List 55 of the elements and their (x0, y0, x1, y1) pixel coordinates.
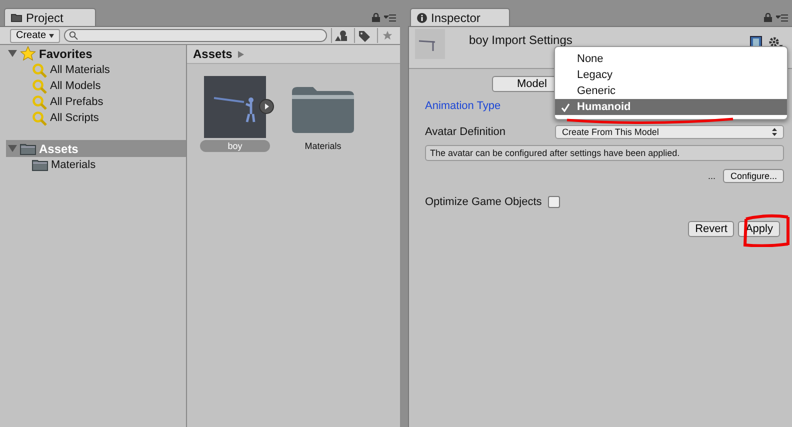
caret-icon (48, 34, 54, 38)
menu-icon[interactable] (384, 14, 396, 22)
checkbox[interactable] (548, 196, 560, 208)
expand-triangle-icon[interactable] (8, 144, 17, 153)
folder-icon (20, 142, 36, 154)
inspector-title: boy Import Settings (469, 33, 574, 47)
search-icon (32, 62, 47, 78)
folder-icon (11, 13, 22, 22)
tree-item[interactable]: All Models (6, 78, 186, 94)
menu-icon[interactable] (776, 14, 788, 22)
info-icon (417, 12, 427, 22)
revert-button[interactable]: Revert (688, 221, 734, 237)
help-message: The avatar can be configured after settings have been applied. (425, 145, 784, 161)
search-field[interactable] (64, 29, 327, 42)
shapes-icon (335, 30, 347, 41)
menu-item[interactable]: None (555, 51, 787, 67)
filter-by-label-button[interactable] (354, 28, 373, 43)
asset-label[interactable]: Materials (294, 140, 352, 152)
ellipsis-text: ... (708, 171, 716, 181)
search-icon (32, 110, 47, 126)
search-icon (32, 78, 47, 94)
field-label: Animation Type (425, 100, 502, 112)
filter-by-type-button[interactable] (331, 28, 350, 43)
tree-item[interactable]: Favorites (6, 45, 186, 62)
apply-button[interactable]: Apply (738, 221, 780, 237)
tree-item[interactable]: All Prefabs (6, 94, 186, 110)
project-tab[interactable]: Project (4, 8, 96, 26)
star-icon (382, 30, 392, 41)
lock-icon[interactable] (372, 13, 380, 22)
arrow-right-icon (238, 50, 244, 58)
lock-icon[interactable] (764, 13, 772, 22)
tag-icon (358, 30, 370, 42)
tree-item[interactable]: Materials (6, 157, 186, 173)
folder-icon[interactable] (291, 86, 355, 134)
inspector-tab[interactable]: Inspector (410, 8, 510, 26)
play-icon[interactable] (259, 99, 274, 114)
field-label: Avatar Definition (425, 126, 507, 138)
search-icon (68, 31, 78, 40)
create-button[interactable]: Create (10, 28, 60, 42)
settings-icon[interactable] (768, 36, 784, 49)
field-label: Optimize Game Objects (425, 196, 542, 208)
tree-item[interactable]: All Materials (6, 62, 186, 78)
checkmark-icon (561, 102, 570, 112)
folder-icon (32, 159, 48, 171)
search-icon (32, 94, 47, 110)
character-model-thumbnail[interactable] (204, 76, 266, 138)
up-down-arrows-icon (772, 128, 777, 136)
avatar-definition-dropdown[interactable]: Create From This Model (555, 125, 784, 139)
annotation-scribble (742, 213, 790, 247)
expand-triangle-icon[interactable] (8, 49, 17, 58)
menu-item[interactable]: Humanoid (555, 99, 787, 115)
star-icon (20, 46, 36, 61)
breadcrumb[interactable]: Assets (193, 47, 232, 61)
configure-button[interactable]: Configure... (723, 169, 784, 183)
tree-item[interactable]: All Scripts (6, 110, 186, 126)
